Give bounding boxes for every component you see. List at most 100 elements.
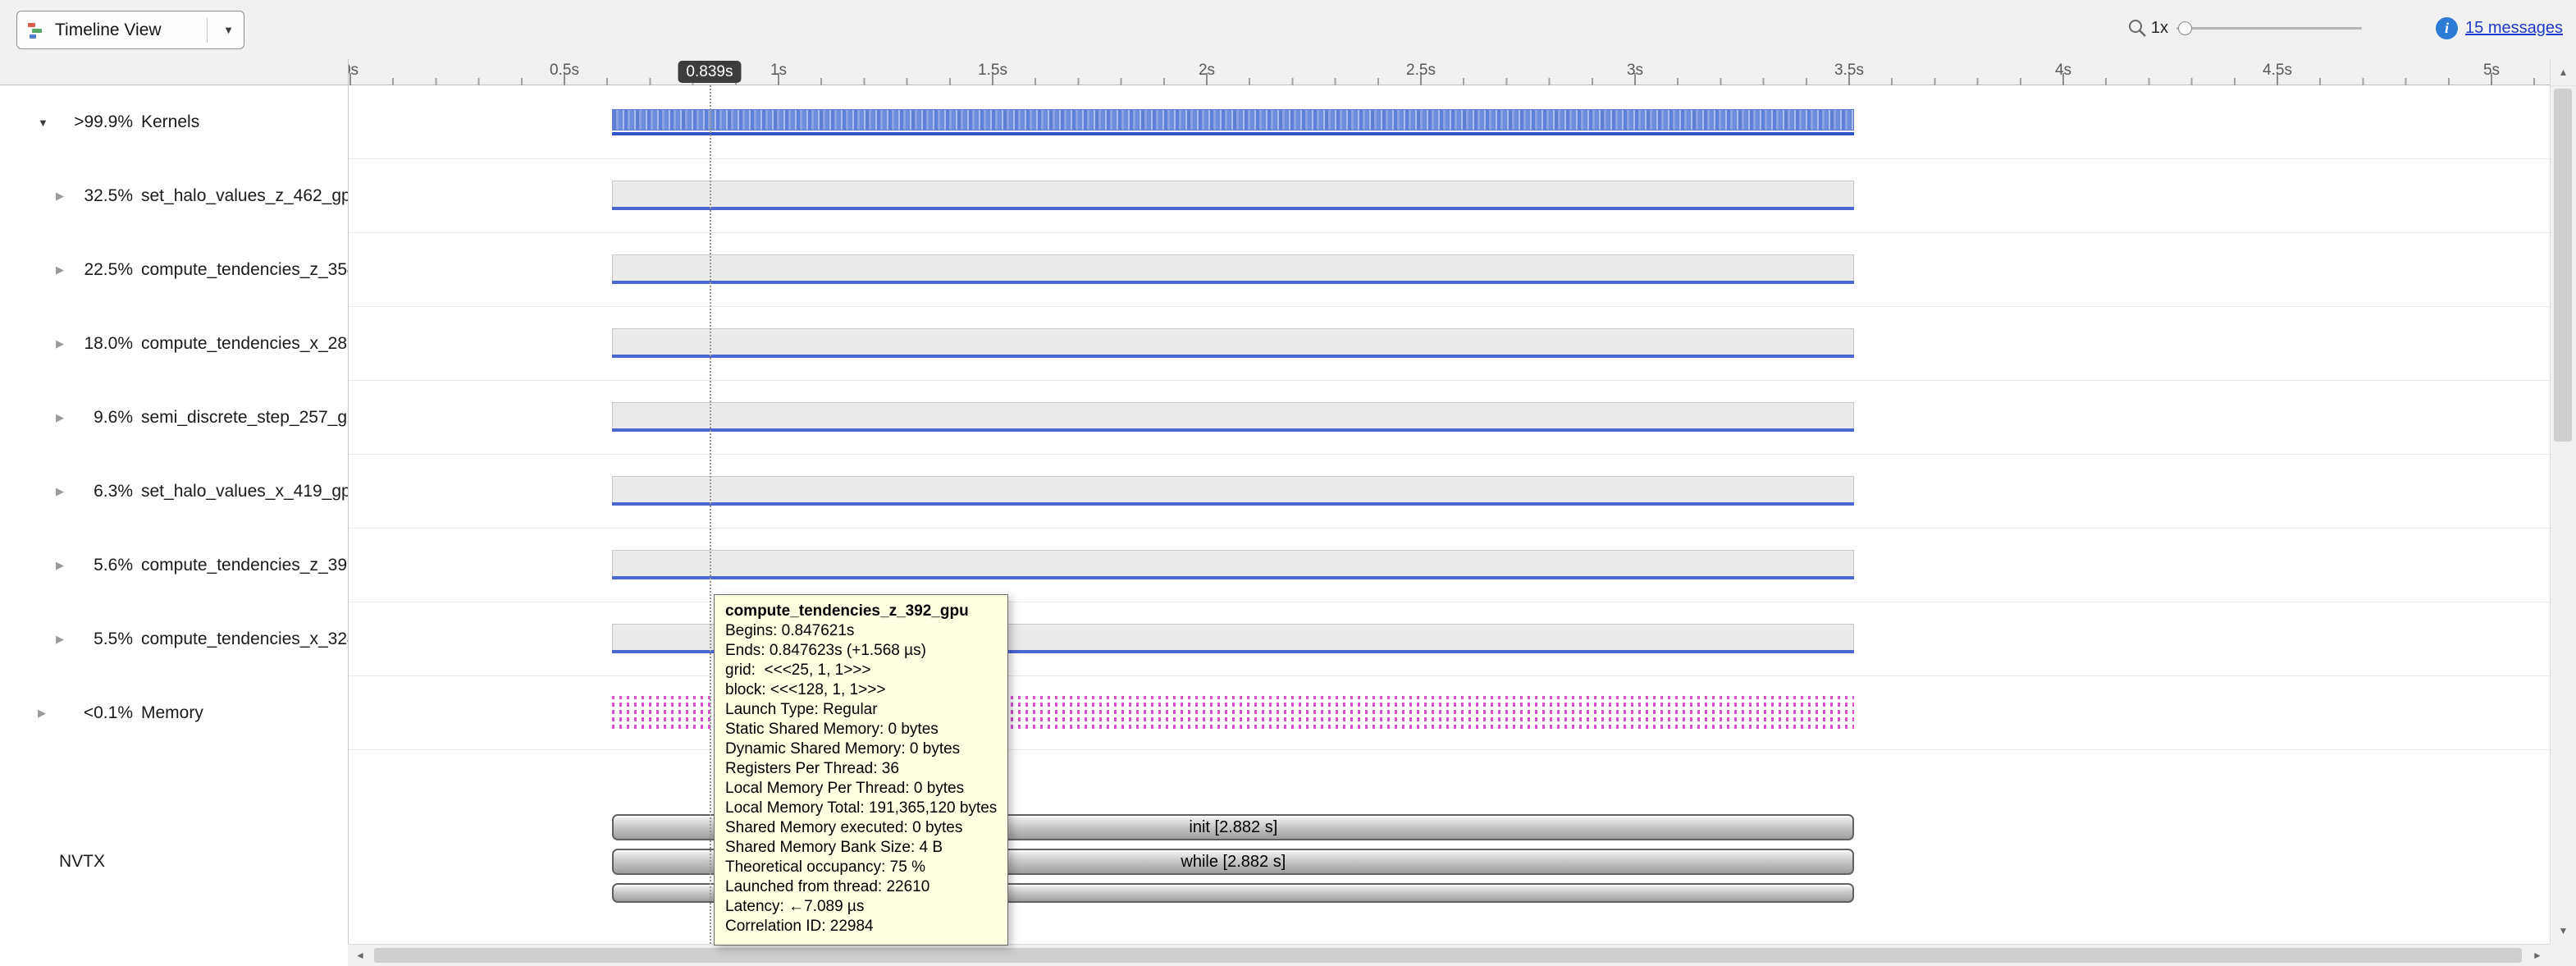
expand-triangle-icon[interactable]: ▶ (56, 411, 80, 424)
sidebar-item-nvtx[interactable]: NVTX (59, 825, 105, 899)
kernel-coverage-bar[interactable] (612, 550, 1854, 579)
expand-triangle-icon[interactable]: ▶ (56, 633, 80, 646)
nsight-timeline-window: Timeline View ▼ 1x i 15 messages 0s0.5s1… (0, 0, 2576, 966)
tooltip-lines: Begins: 0.847621sEnds: 0.847623s (+1.568… (725, 621, 997, 936)
sidebar-item-compute_tendencies_z_392_gpu[interactable]: ▶5.6% compute_tendencies_z_392_gpu (0, 529, 348, 602)
expand-triangle-icon[interactable]: ▶ (56, 263, 80, 277)
zoom-level-label: 1x (2151, 19, 2168, 38)
row-separator (348, 306, 2550, 307)
row-separator (348, 675, 2550, 676)
ruler-tick-label: 4s (2055, 62, 2071, 80)
collapse-triangle-icon[interactable]: ▼ (38, 117, 62, 129)
tooltip-line: Dynamic Shared Memory: 0 bytes (725, 739, 997, 759)
row-percentage: 32.5% (80, 186, 133, 206)
scroll-right-button[interactable]: ► (2525, 945, 2550, 966)
scrollbar-corner (2550, 944, 2576, 966)
ruler-tick-label: 4.5s (2263, 62, 2292, 80)
zoom-slider-thumb[interactable] (2178, 21, 2192, 35)
vertical-scrollbar[interactable]: ▲ ▼ (2550, 59, 2576, 944)
horizontal-scrollbar[interactable]: ◄ ► (348, 944, 2550, 966)
ruler-tick-label: 0s (348, 62, 359, 80)
dropdown-separator (207, 18, 208, 43)
nvtx-label: NVTX (59, 852, 105, 872)
kernels-summary-bar[interactable] (612, 109, 1854, 130)
row-percentage: 18.0% (80, 334, 133, 354)
kernel-coverage-bar[interactable] (612, 181, 1854, 210)
scroll-down-button[interactable]: ▼ (2551, 918, 2576, 944)
kernel-coverage-bar[interactable] (612, 254, 1854, 284)
sidebar-item-memory[interactable]: ▶<0.1%Memory (0, 676, 348, 750)
row-label: set_halo_values_x_419_gpu (141, 482, 348, 501)
sidebar-item-compute_tendencies_x_324_gpu[interactable]: ▶5.5%compute_tendencies_x_324_gpu (0, 602, 348, 676)
expand-triangle-icon[interactable]: ▶ (56, 190, 80, 203)
expand-triangle-icon[interactable]: ▶ (56, 485, 80, 498)
kernel-coverage-bar[interactable] (612, 328, 1854, 358)
expand-triangle-icon[interactable]: ▶ (56, 337, 80, 350)
sidebar-item-compute_tendencies_z_354_gpu[interactable]: ▶22.5%compute_tendencies_z_354_gpu (0, 233, 348, 307)
sidebar-item-set_halo_values_x_419_gpu[interactable]: ▶6.3% set_halo_values_x_419_gpu (0, 455, 348, 529)
timeline-view-icon (27, 21, 47, 40)
view-selector-dropdown[interactable]: Timeline View ▼ (16, 11, 244, 49)
kernel-activity-line (612, 207, 1854, 210)
row-label: set_halo_values_z_462_gpu (141, 186, 348, 206)
row-separator (348, 454, 2550, 455)
time-marker-line (710, 85, 711, 944)
scroll-up-button[interactable]: ▲ (2551, 59, 2576, 86)
tooltip-line: Static Shared Memory: 0 bytes (725, 720, 997, 739)
tooltip-line: Latency: ←7.089 µs (725, 897, 997, 917)
row-label: compute_tendencies_z_392_gpu (141, 556, 348, 575)
row-separator (348, 380, 2550, 381)
row-percentage: 6.3% (80, 482, 133, 501)
info-icon[interactable]: i (2436, 17, 2458, 39)
tooltip-line: Launched from thread: 22610 (725, 877, 997, 897)
kernels-summary-line (612, 132, 1854, 135)
sidebar-item-kernels[interactable]: ▼>99.9%Kernels (0, 85, 348, 159)
tooltip-line: Begins: 0.847621s (725, 621, 997, 641)
row-percentage: 22.5% (80, 260, 133, 280)
ruler-tick-label: 3s (1627, 62, 1643, 80)
row-separator (348, 528, 2550, 529)
sidebar-item-set_halo_values_z_462_gpu[interactable]: ▶32.5% set_halo_values_z_462_gpu (0, 159, 348, 233)
expand-triangle-icon[interactable]: ▶ (56, 559, 80, 572)
tooltip-title: compute_tendencies_z_392_gpu (725, 602, 997, 621)
row-separator (348, 158, 2550, 159)
tooltip-line: Correlation ID: 22984 (725, 917, 997, 936)
kernel-activity-line (612, 428, 1854, 432)
ruler-tick-label: 2.5s (1406, 62, 1436, 80)
row-tree-sidebar: NVTX ▼>99.9%Kernels▶32.5%set_halo_values… (0, 85, 348, 944)
row-separator (348, 232, 2550, 233)
timeline-canvas[interactable]: init [2.882 s] while [2.882 s] (348, 85, 2550, 944)
tooltip-line: block: <<<128, 1, 1>>> (725, 680, 997, 700)
horizontal-scrollbar-thumb[interactable] (374, 948, 2522, 963)
time-marker-badge: 0.839s (678, 61, 741, 83)
zoom-slider-track[interactable] (2176, 27, 2362, 30)
ruler-tick-label: 3.5s (1834, 62, 1864, 80)
sidebar-item-compute_tendencies_x_286_gpu[interactable]: ▶18.0% compute_tendencies_x_286_gpu (0, 307, 348, 381)
row-label: compute_tendencies_x_286_gpu (141, 334, 348, 354)
kernel-coverage-bar[interactable] (612, 476, 1854, 506)
kernel-tooltip: compute_tendencies_z_392_gpu Begins: 0.8… (714, 594, 1008, 945)
row-percentage: >99.9% (62, 112, 133, 132)
kernel-coverage-bar[interactable] (612, 402, 1854, 432)
tooltip-line: Shared Memory Bank Size: 4 B (725, 838, 997, 858)
messages-link[interactable]: 15 messages (2465, 19, 2563, 38)
sidebar-item-semi_discrete_step_257_gpu[interactable]: ▶9.6%semi_discrete_step_257_gpu (0, 381, 348, 455)
tooltip-line: Shared Memory executed: 0 bytes (725, 818, 997, 838)
timeline-ruler[interactable]: 0s0.5s1s1.5s2s2.5s3s3.5s4s4.5s5s0.839s (348, 59, 2550, 85)
ruler-tick-label: 1s (770, 62, 787, 80)
expand-triangle-icon[interactable]: ▶ (38, 707, 62, 720)
nvtx-range-label: init [2.882 s] (1189, 818, 1277, 837)
zoom-slider[interactable] (2176, 19, 2362, 37)
tooltip-line: Theoretical occupancy: 75 % (725, 858, 997, 877)
sidebar-divider[interactable] (348, 59, 349, 944)
ruler-tick-label: 1.5s (978, 62, 1007, 80)
tooltip-line: Registers Per Thread: 36 (725, 759, 997, 779)
row-percentage: 5.5% (80, 630, 133, 649)
nvtx-range-label: while [2.882 s] (1181, 853, 1286, 872)
vertical-scrollbar-thumb[interactable] (2554, 89, 2572, 442)
scroll-left-button[interactable]: ◄ (348, 945, 372, 966)
kernel-activity-line (612, 355, 1854, 358)
ruler-tick-label: 2s (1199, 62, 1215, 80)
view-selector-label: Timeline View (55, 21, 162, 40)
row-percentage: 5.6% (80, 556, 133, 575)
